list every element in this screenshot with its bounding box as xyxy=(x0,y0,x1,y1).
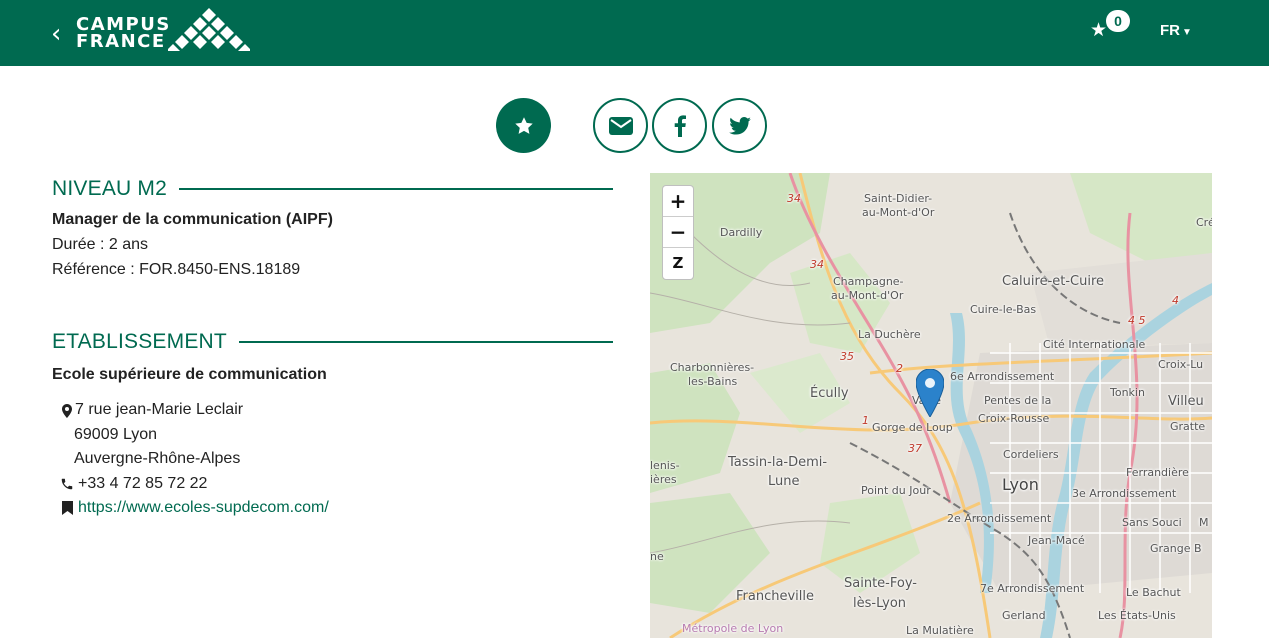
map-label: La Duchère xyxy=(858,328,921,341)
map-label: 2e Arrondissement xyxy=(947,512,1052,525)
title-divider xyxy=(238,341,613,343)
map-label: Dardilly xyxy=(720,226,763,239)
favorites-count-badge: 0 xyxy=(1106,10,1130,32)
map-label: Grange B xyxy=(1150,542,1202,555)
caret-down-icon: ▼ xyxy=(1182,27,1192,38)
road-number: 35 xyxy=(840,350,854,363)
program-reference: Référence : FOR.8450-ENS.18189 xyxy=(52,261,301,278)
map-label: Sainte-Foy- xyxy=(844,576,917,591)
map-label: Gorge de Loup xyxy=(872,421,953,434)
map-label: Gerland xyxy=(1002,609,1046,622)
share-facebook-button[interactable] xyxy=(652,98,707,153)
map-label: Cuire-le-Bas xyxy=(970,303,1037,316)
map-label: M xyxy=(1199,516,1209,529)
school-name: Ecole supérieure de communication xyxy=(52,366,327,383)
envelope-icon xyxy=(608,116,633,135)
map-label: 7e Arrondissement xyxy=(980,582,1085,595)
map-label: 6e Arrondissement xyxy=(950,370,1055,383)
map-label: Pentes de la xyxy=(984,394,1052,407)
section-title-niveau: NIVEAU M2 xyxy=(52,177,613,201)
map-label: Cité Internationale xyxy=(1043,338,1146,351)
map-label: lenis- xyxy=(650,459,680,472)
address-region: Auvergne-Rhône-Alpes xyxy=(74,450,241,467)
chevron-left-icon[interactable]: ‹ xyxy=(51,21,61,47)
program-duration: Durée : 2 ans xyxy=(52,236,149,253)
map-label: Croix-Rousse xyxy=(978,412,1050,425)
school-phone: +33 4 72 85 72 22 xyxy=(78,475,208,492)
map-label: Tassin-la-Demi- xyxy=(728,455,828,470)
favorites-counter[interactable]: ★ 0 xyxy=(1090,10,1140,50)
map-label: Francheville xyxy=(736,589,814,604)
road-number: 34 xyxy=(787,192,801,205)
address-street: 7 rue jean-Marie Leclair xyxy=(75,401,244,418)
map-label: Lyon xyxy=(1002,475,1039,494)
logo-line2: FRANCE xyxy=(76,31,166,52)
zoom-in-button[interactable]: + xyxy=(663,186,693,217)
map-label: La Mulatière xyxy=(906,624,974,637)
niveau-title: NIVEAU M2 xyxy=(52,177,167,200)
road-number: 2 xyxy=(896,362,903,375)
road-number: 37 xyxy=(908,442,922,455)
map-label: les-Bains xyxy=(688,375,738,388)
map-label: lès-Lyon xyxy=(853,596,907,611)
map-label: Métropole de Lyon xyxy=(682,622,784,635)
language-label: FR xyxy=(1160,22,1180,39)
section-title-etablissement: ETABLISSEMENT xyxy=(52,330,613,354)
reset-view-button[interactable]: Z xyxy=(663,248,693,279)
map-label: Champagne- xyxy=(833,275,904,288)
share-twitter-button[interactable] xyxy=(712,98,767,153)
road-number: 34 xyxy=(810,258,824,271)
map-label: Point du Jour xyxy=(861,484,931,497)
map-label: ne xyxy=(650,550,664,563)
map-label: Cré xyxy=(1196,216,1212,229)
map-pin-icon xyxy=(60,402,74,420)
facebook-icon xyxy=(674,114,686,137)
map-label: Caluire-et-Cuire xyxy=(1002,274,1105,289)
map-label: au-Mont-d'Or xyxy=(831,289,904,302)
map-label: Tonkin xyxy=(1110,386,1145,399)
map-label: Lune xyxy=(768,474,800,489)
title-divider xyxy=(179,188,613,190)
map-label: Cordeliers xyxy=(1003,448,1059,461)
bookmark-icon xyxy=(60,500,74,516)
phone-icon xyxy=(60,476,74,492)
program-name: Manager de la communication (AIPF) xyxy=(52,211,333,228)
road-number: 4 xyxy=(1172,294,1179,307)
etablissement-title: ETABLISSEMENT xyxy=(52,330,227,353)
star-icon: ★ xyxy=(1090,19,1108,41)
top-header: ‹ CAMPUS FRANCE ★ 0 FR ▼ xyxy=(0,0,1269,66)
address-city: 69009 Lyon xyxy=(74,426,158,443)
map-label: 3e Arrondissement xyxy=(1072,487,1177,500)
add-to-favorites-button[interactable] xyxy=(496,98,551,153)
school-website-link[interactable]: https://www.ecoles-supdecom.com/ xyxy=(78,499,329,517)
logo-diamond-icon xyxy=(168,8,250,51)
map-marker-icon[interactable] xyxy=(915,368,945,422)
map-label: Écully xyxy=(810,386,849,401)
map-label: Villeu xyxy=(1168,394,1204,409)
map-zoom-controls: + − Z xyxy=(662,185,694,280)
map-label: Saint-Didier- xyxy=(864,192,933,205)
share-email-button[interactable] xyxy=(593,98,648,153)
star-icon xyxy=(514,116,533,134)
location-map[interactable]: Saint-Didier- au-Mont-d'Or Dardilly Cham… xyxy=(650,173,1212,638)
map-label: Gratte xyxy=(1170,420,1206,433)
road-number: 1 xyxy=(862,414,869,427)
map-label: Croix-Lu xyxy=(1158,358,1204,371)
map-label: Jean-Macé xyxy=(1028,534,1085,547)
zoom-out-button[interactable]: − xyxy=(663,217,693,248)
map-label: Les États-Unis xyxy=(1098,609,1176,622)
map-label: Sans Souci xyxy=(1122,516,1182,529)
map-label: Le Bachut xyxy=(1126,586,1181,599)
twitter-icon xyxy=(728,116,751,135)
road-number: 4 5 xyxy=(1128,314,1146,327)
map-label: Ferrandière xyxy=(1126,466,1189,479)
language-selector[interactable]: FR ▼ xyxy=(1160,22,1192,39)
map-label: au-Mont-d'Or xyxy=(862,206,935,219)
map-label: Charbonnières- xyxy=(670,361,755,374)
campus-france-logo[interactable]: CAMPUS FRANCE xyxy=(76,16,171,52)
map-label: ières xyxy=(650,473,677,486)
